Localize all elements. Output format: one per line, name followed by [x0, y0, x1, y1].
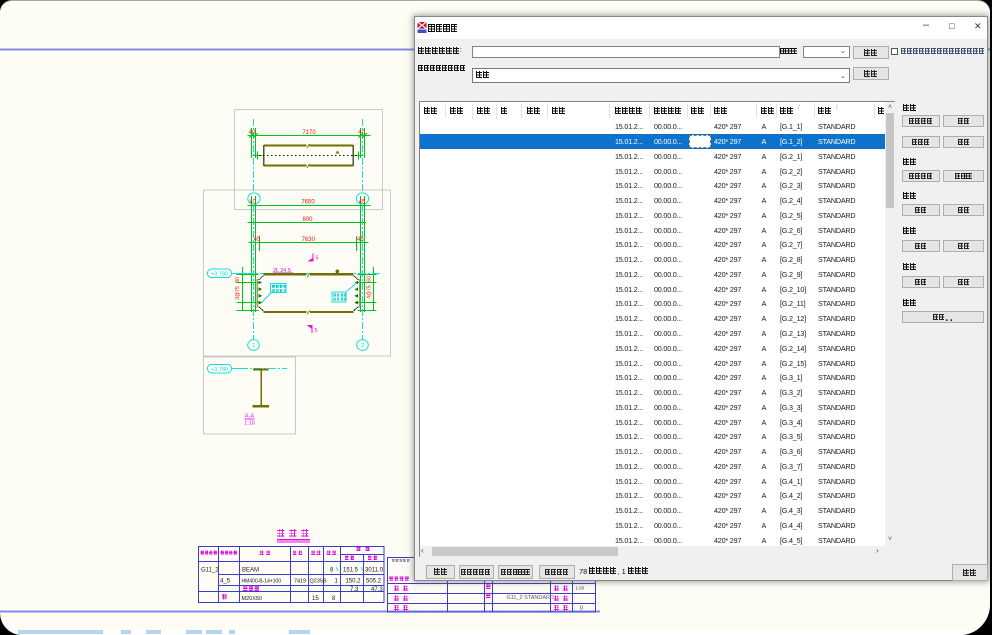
svg-text:3011.0: 3011.0	[365, 568, 384, 574]
svg-text:40: 40	[358, 130, 365, 136]
svg-text:1:50: 1:50	[576, 585, 585, 590]
svg-text:4_5: 4_5	[220, 579, 231, 585]
svg-text:7419: 7419	[294, 579, 306, 585]
svg-text:150.2: 150.2	[346, 579, 362, 585]
svg-text:47.3: 47.3	[371, 587, 383, 593]
svg-text:7630: 7630	[302, 237, 316, 243]
svg-text:3@75: 3@75	[235, 286, 241, 300]
svg-text:45: 45	[254, 237, 261, 243]
svg-text:0: 0	[580, 605, 583, 611]
svg-text:Q235B: Q235B	[310, 579, 327, 585]
svg-text:40: 40	[249, 130, 256, 136]
svg-text:G11_2: G11_2	[201, 568, 219, 574]
svg-text:2: 2	[361, 343, 364, 349]
svg-text:5: 5	[315, 328, 318, 334]
svg-text:8: 8	[330, 568, 334, 574]
svg-text:7650: 7650	[301, 200, 315, 206]
svg-text:1: 1	[335, 579, 339, 585]
svg-text:1: 1	[252, 343, 255, 349]
svg-text:15: 15	[312, 596, 319, 602]
svg-text:7.3: 7.3	[350, 587, 359, 593]
svg-text:505.2: 505.2	[366, 579, 382, 585]
svg-text:45: 45	[357, 237, 364, 243]
svg-text:40: 40	[249, 200, 256, 206]
svg-text:45: 45	[359, 200, 366, 206]
svg-text:+3.780: +3.780	[211, 367, 228, 373]
svg-text:5: 5	[316, 256, 319, 262]
svg-text:BEAM: BEAM	[242, 568, 259, 574]
svg-text:7170: 7170	[302, 130, 316, 136]
svg-text:4@75: 4@75	[367, 285, 373, 299]
svg-text:60: 60	[367, 276, 373, 282]
svg-text:8: 8	[332, 596, 336, 602]
svg-text:+3.780: +3.780	[211, 272, 228, 278]
svg-text:G11_2 STANDARD: G11_2 STANDARD	[507, 595, 555, 601]
svg-text:151.5: 151.5	[343, 568, 359, 574]
svg-text:90: 90	[235, 277, 241, 283]
svg-text:HM400-B-14+100: HM400-B-14+100	[242, 579, 282, 585]
svg-text:1:10: 1:10	[244, 421, 255, 427]
svg-text:M20X50: M20X50	[242, 596, 263, 602]
svg-text:800: 800	[302, 217, 313, 223]
